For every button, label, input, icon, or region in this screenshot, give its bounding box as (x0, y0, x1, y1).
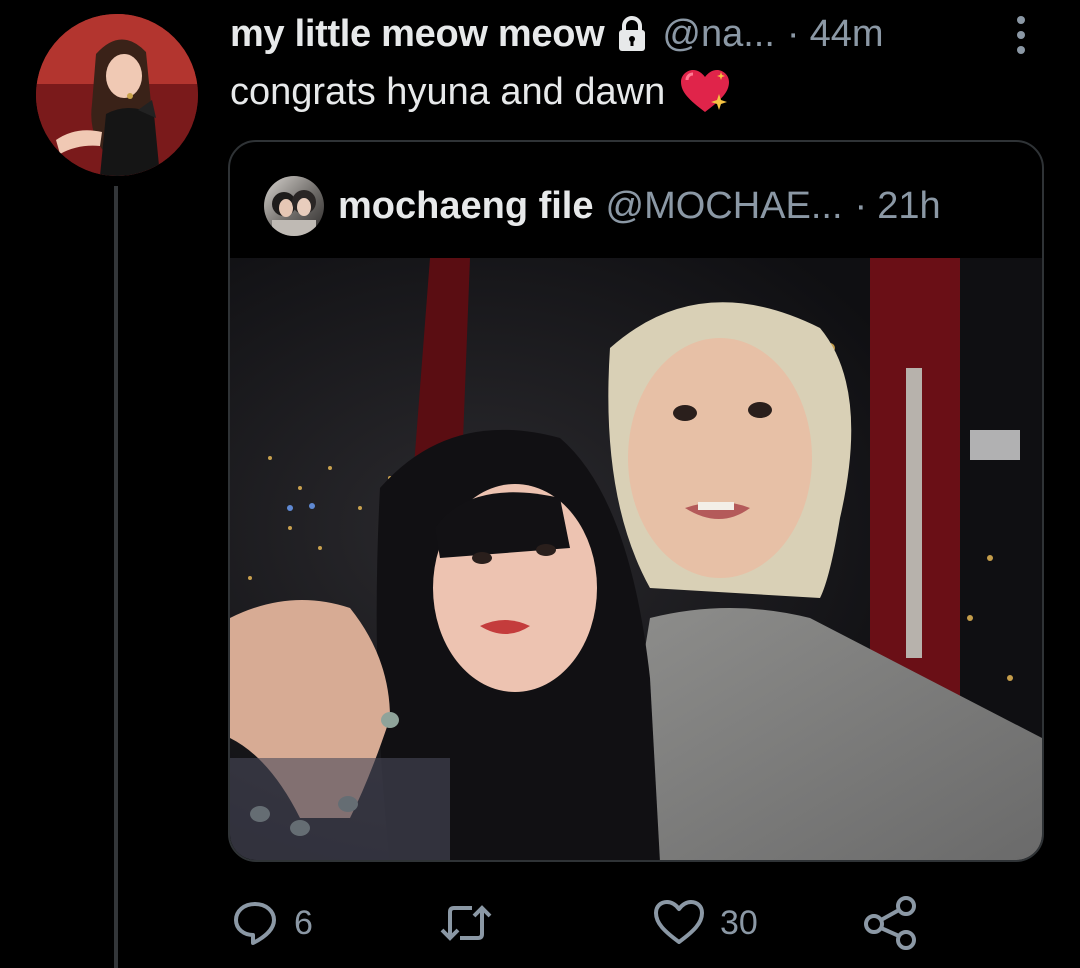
tweet-actions: 6 30 (230, 890, 1050, 956)
tweet-text: congrats hyuna and dawn (230, 68, 731, 116)
quoted-tweet[interactable]: mochaeng file @MOCHAE... · 21h (228, 140, 1044, 862)
author-avatar[interactable] (36, 14, 198, 176)
share-icon (864, 896, 916, 950)
quoted-tweet-header: mochaeng file @MOCHAE... · 21h (264, 176, 941, 236)
author-handle[interactable]: @na... (662, 13, 775, 56)
author-display-name[interactable]: my little meow meow (230, 13, 605, 56)
like-count: 30 (720, 903, 758, 942)
share-button[interactable] (862, 890, 918, 956)
quoted-separator-dot: · (854, 184, 868, 227)
quoted-author-avatar[interactable] (264, 176, 324, 236)
retweet-button[interactable] (438, 890, 508, 956)
like-button[interactable]: 30 (652, 890, 758, 956)
tweet-timestamp[interactable]: 44m (810, 13, 884, 56)
tweet-text-content: congrats hyuna and dawn (230, 70, 666, 113)
retweet-icon (440, 905, 492, 941)
tweet-header: my little meow meow @na... · 44m (230, 8, 884, 60)
heart-icon (654, 900, 704, 944)
quoted-tweet-photo[interactable] (230, 258, 1042, 860)
separator-dot: · (786, 12, 800, 55)
tweet[interactable]: my little meow meow @na... · 44m congrat… (0, 0, 1080, 968)
thread-line (114, 186, 118, 968)
more-vertical-icon[interactable] (1008, 12, 1034, 58)
reply-icon (234, 902, 276, 945)
lock-icon (612, 14, 652, 54)
quoted-tweet-timestamp[interactable]: 21h (877, 185, 940, 228)
quoted-author-handle[interactable]: @MOCHAE... (606, 185, 843, 228)
sparkling-heart-icon (681, 70, 730, 112)
reply-count: 6 (294, 903, 313, 942)
quoted-author-display-name[interactable]: mochaeng file (338, 185, 594, 228)
reply-button[interactable]: 6 (230, 890, 313, 956)
